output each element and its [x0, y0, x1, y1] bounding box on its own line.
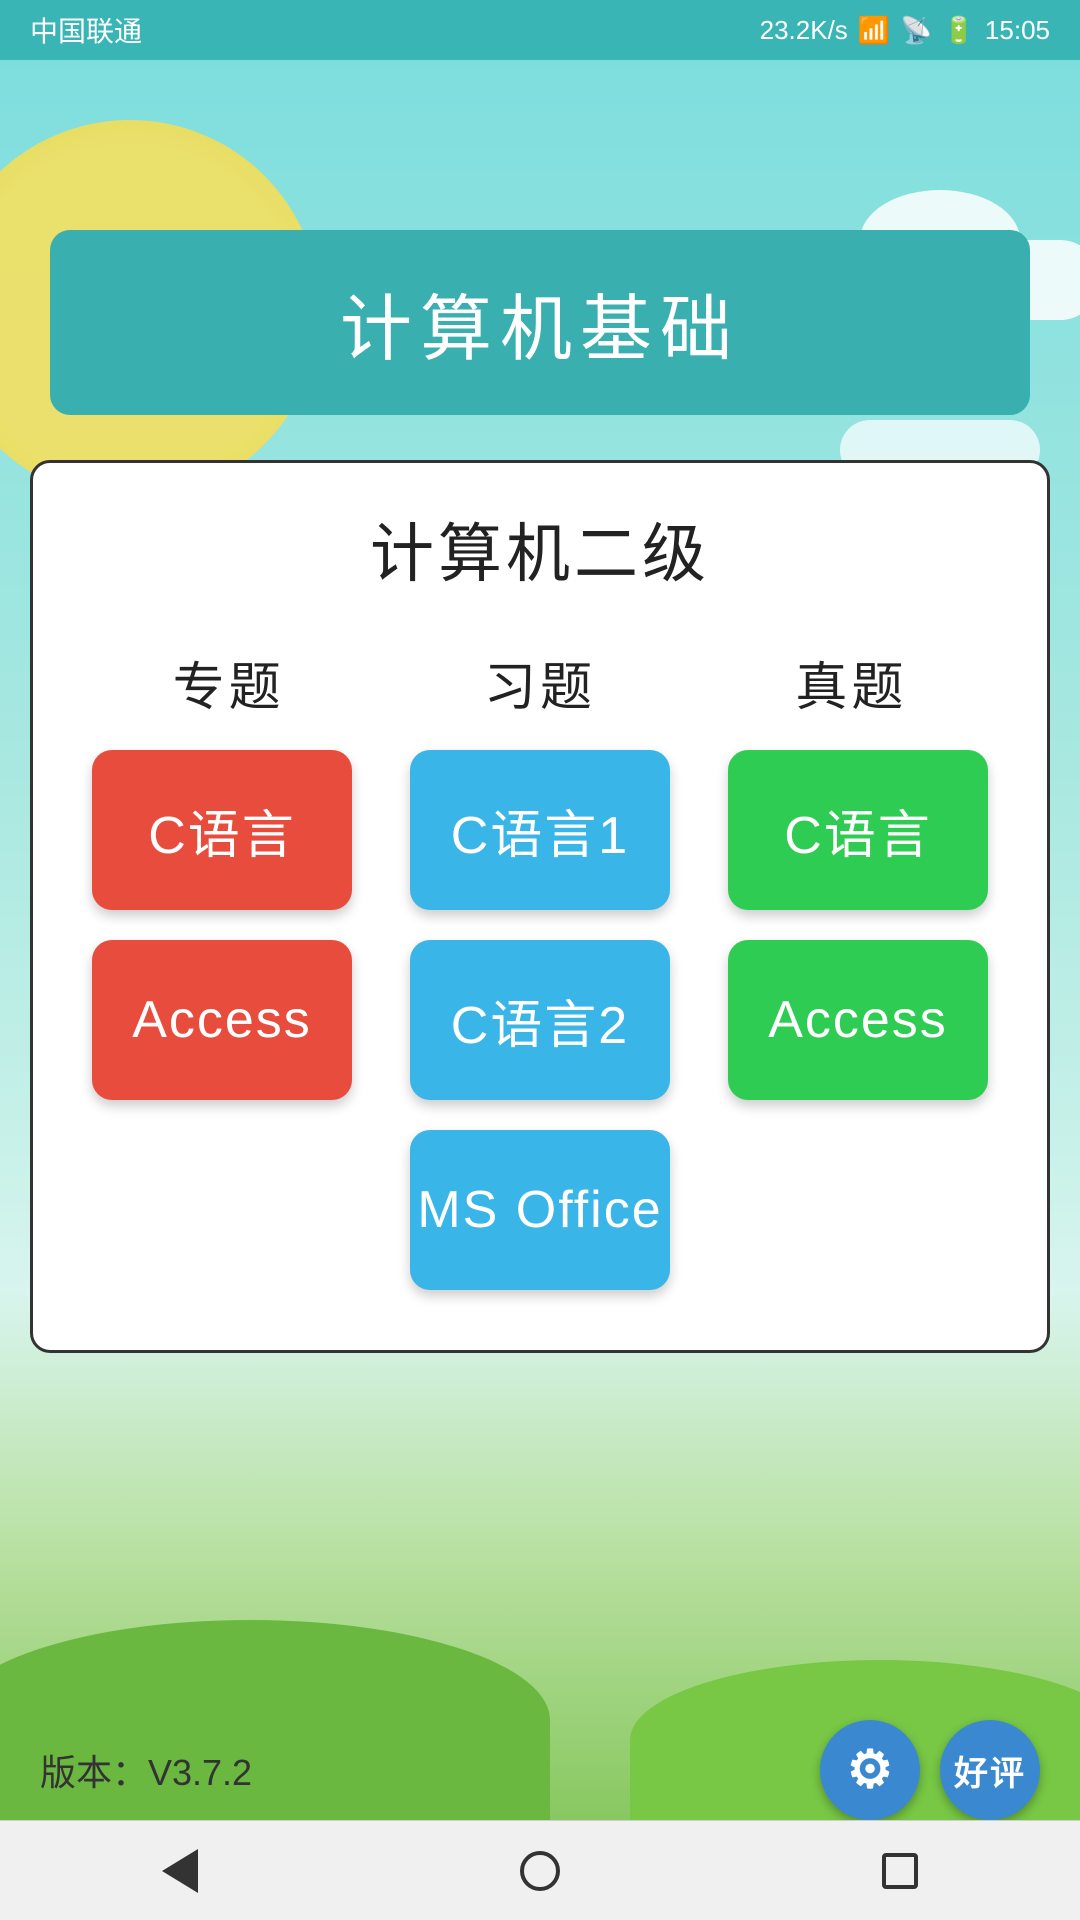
recents-icon: [882, 1853, 918, 1889]
btn-cell-r3c3: [709, 1130, 1007, 1290]
signal-icon: 📡: [900, 15, 932, 46]
network-speed: 23.2K/s: [760, 15, 848, 46]
columns-header: 专题 习题 真题: [73, 645, 1007, 720]
btn-c-lang-topic[interactable]: C语言: [92, 750, 352, 910]
btn-cell-r2c3: Access: [709, 940, 1007, 1100]
btn-cell-r1c2: C语言1: [391, 750, 689, 910]
btn-cell-r1c1: C语言: [73, 750, 371, 910]
back-button[interactable]: [140, 1831, 220, 1911]
btn-access-topic[interactable]: Access: [92, 940, 352, 1100]
col-header-3: 真题: [696, 645, 1007, 720]
nav-bar: [0, 1820, 1080, 1920]
review-button[interactable]: 好评: [940, 1720, 1040, 1820]
card-title-wrapper: 计算机二级: [73, 503, 1007, 595]
btn-cell-r3c2: MS Office: [391, 1130, 689, 1290]
version-label: 版本：V3.7.2: [40, 1744, 252, 1796]
time-label: 15:05: [985, 15, 1050, 46]
main-title-text: 计算机基础: [340, 290, 740, 370]
subject-card: 计算机二级 专题 习题 真题 C语言 C语言1 C语言 Access C语言2: [30, 460, 1050, 1353]
btn-cell-r1c3: C语言: [709, 750, 1007, 910]
settings-button[interactable]: ⚙: [820, 1720, 920, 1820]
carrier-label: 中国联通: [30, 10, 142, 50]
bottom-buttons: ⚙ 好评: [820, 1720, 1040, 1820]
recents-button[interactable]: [860, 1831, 940, 1911]
btn-row-3: MS Office: [73, 1130, 1007, 1290]
btn-c-lang-real[interactable]: C语言: [728, 750, 988, 910]
btn-row-2: Access C语言2 Access: [73, 940, 1007, 1100]
status-bar: 中国联通 23.2K/s 📶 📡 🔋 15:05: [0, 0, 1080, 60]
btn-row-1: C语言 C语言1 C语言: [73, 750, 1007, 910]
col-header-1: 专题: [73, 645, 384, 720]
wifi-icon: 📶: [858, 15, 890, 46]
btn-cell-r3c1: [73, 1130, 371, 1290]
review-label: 好评: [954, 1746, 1026, 1795]
main-title-banner: 计算机基础: [50, 230, 1030, 415]
btn-cell-r2c1: Access: [73, 940, 371, 1100]
btn-c-lang2-exercise[interactable]: C语言2: [410, 940, 670, 1100]
btn-msoffice-exercise[interactable]: MS Office: [410, 1130, 670, 1290]
home-button[interactable]: [500, 1831, 580, 1911]
btn-c-lang1-exercise[interactable]: C语言1: [410, 750, 670, 910]
status-bar-right: 23.2K/s 📶 📡 🔋 15:05: [760, 15, 1050, 46]
gear-icon: ⚙: [847, 1740, 894, 1800]
btn-access-real[interactable]: Access: [728, 940, 988, 1100]
bottom-bar: 版本：V3.7.2 ⚙ 好评: [0, 1720, 1080, 1820]
btn-cell-r2c2: C语言2: [391, 940, 689, 1100]
buttons-grid: C语言 C语言1 C语言 Access C语言2 Access: [73, 750, 1007, 1290]
card-title-text: 计算机二级: [370, 518, 710, 590]
col-header-2: 习题: [384, 645, 695, 720]
home-icon: [520, 1851, 560, 1891]
back-icon: [162, 1849, 198, 1893]
battery-icon: 🔋: [943, 15, 975, 46]
